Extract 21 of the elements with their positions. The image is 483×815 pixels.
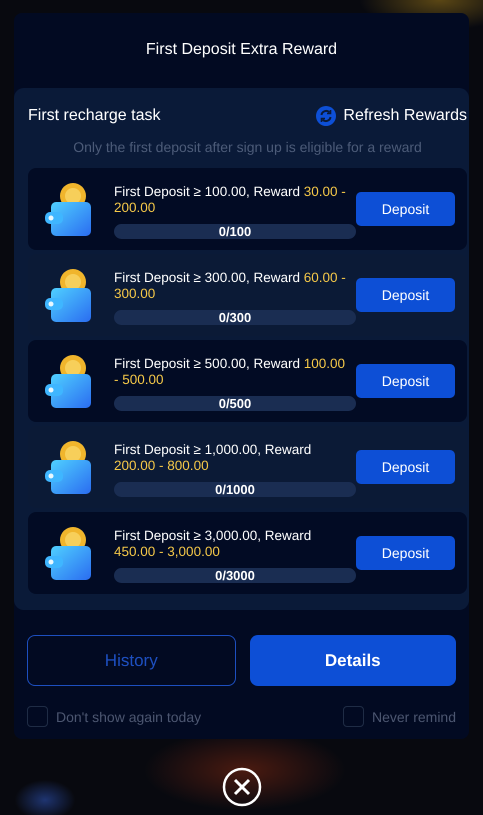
- section-heading: First recharge task: [28, 107, 160, 125]
- deposit-button[interactable]: Deposit: [356, 450, 455, 484]
- refresh-button[interactable]: Refresh Rewards: [316, 106, 467, 126]
- deposit-button[interactable]: Deposit: [356, 192, 455, 226]
- refresh-icon: [316, 106, 336, 126]
- checkbox-label: Never remind: [372, 708, 456, 724]
- checkbox[interactable]: [342, 706, 364, 727]
- task-description: First Deposit ≥ 500.00, Reward 100.00 - 500.00: [114, 356, 346, 388]
- close-button[interactable]: [222, 767, 262, 807]
- task-description: First Deposit ≥ 300.00, Reward 60.00 - 300.00: [114, 270, 347, 302]
- task-description: First Deposit ≥ 1,000.00, Reward 200.00 - 800.00: [114, 442, 312, 474]
- deposit-button[interactable]: Deposit: [356, 364, 455, 398]
- task-description: First Deposit ≥ 100.00, Reward 30.00 - 200.00: [114, 184, 347, 216]
- task-description: First Deposit ≥ 3,000.00, Reward 450.00 - 3,000.00: [114, 528, 312, 560]
- checkbox[interactable]: [27, 706, 48, 727]
- checkbox-label: Don't show again today: [56, 708, 202, 724]
- dialog-title: First Deposit Extra Reward: [144, 40, 338, 60]
- details-button[interactable]: Details: [250, 635, 456, 686]
- deposit-button[interactable]: Deposit: [356, 536, 455, 570]
- deposit-button[interactable]: Deposit: [356, 278, 455, 312]
- eligibility-note: Only the first deposit after sign up is eligible for a reward: [72, 138, 423, 157]
